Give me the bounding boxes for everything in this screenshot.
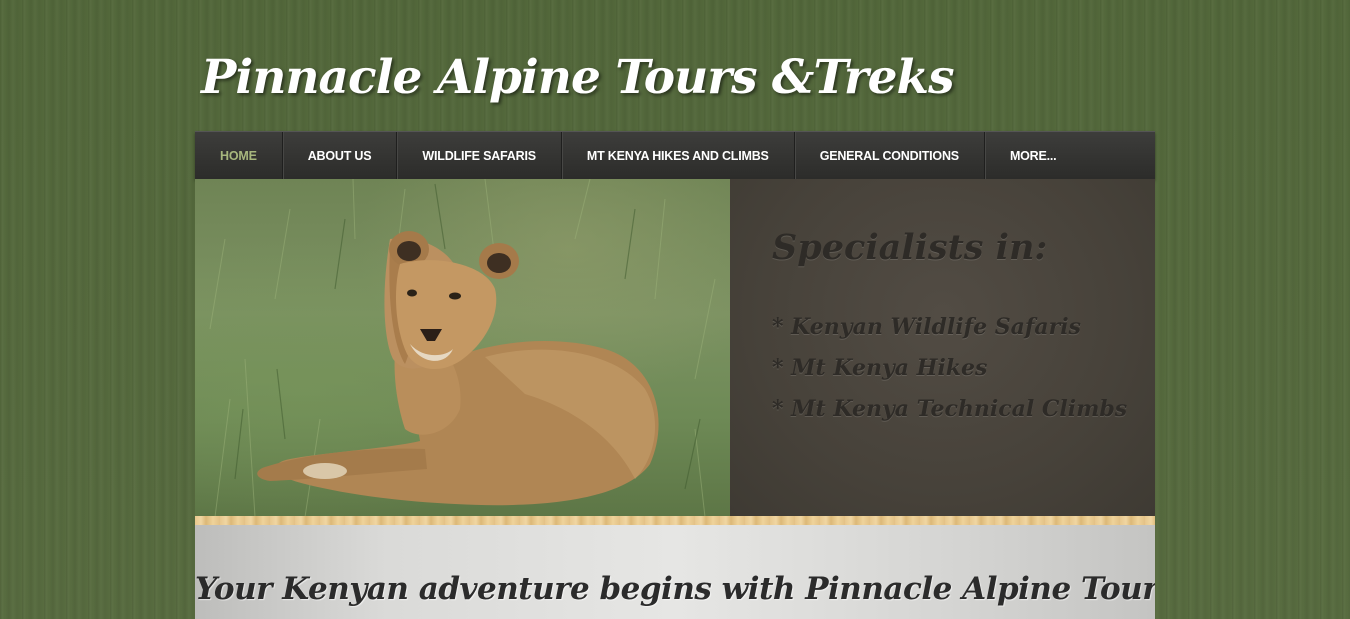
nav-item-general-conditions[interactable]: GENERAL CONDITIONS — [795, 131, 985, 180]
nav-item-home[interactable]: HOME — [195, 131, 283, 180]
main-nav: HOME ABOUT US WILDLIFE SAFARIS MT KENYA … — [195, 131, 1155, 180]
lioness-photo — [195, 179, 730, 517]
nav-item-wildlife-safaris[interactable]: WILDLIFE SAFARIS — [397, 131, 562, 180]
nav-item-more[interactable]: MORE... — [985, 132, 1082, 180]
hero-banner: Specialists in: * Kenyan Wildlife Safari… — [195, 179, 1155, 517]
content-section: Your Kenyan adventure begins with Pinnac… — [195, 525, 1155, 619]
nav-item-about-us[interactable]: ABOUT US — [283, 131, 398, 180]
site-title[interactable]: Pinnacle Alpine Tours &Treks — [201, 50, 955, 105]
list-item: * Mt Kenya Technical Climbs — [772, 396, 1128, 422]
list-item: * Mt Kenya Hikes — [772, 355, 988, 381]
content-heading: Your Kenyan adventure begins with Pinnac… — [195, 571, 1155, 607]
nav-item-mt-kenya-hikes-and-climbs[interactable]: MT KENYA HIKES AND CLIMBS — [562, 131, 795, 180]
specialties-panel: Specialists in: * Kenyan Wildlife Safari… — [730, 179, 1155, 517]
wood-divider — [195, 516, 1155, 525]
lioness-illustration — [209, 179, 716, 517]
specialties-heading: Specialists in: — [772, 227, 1048, 268]
specialties-list: * Kenyan Wildlife Safaris * Mt Kenya Hik… — [772, 307, 1127, 430]
list-item: * Kenyan Wildlife Safaris — [772, 314, 1081, 340]
